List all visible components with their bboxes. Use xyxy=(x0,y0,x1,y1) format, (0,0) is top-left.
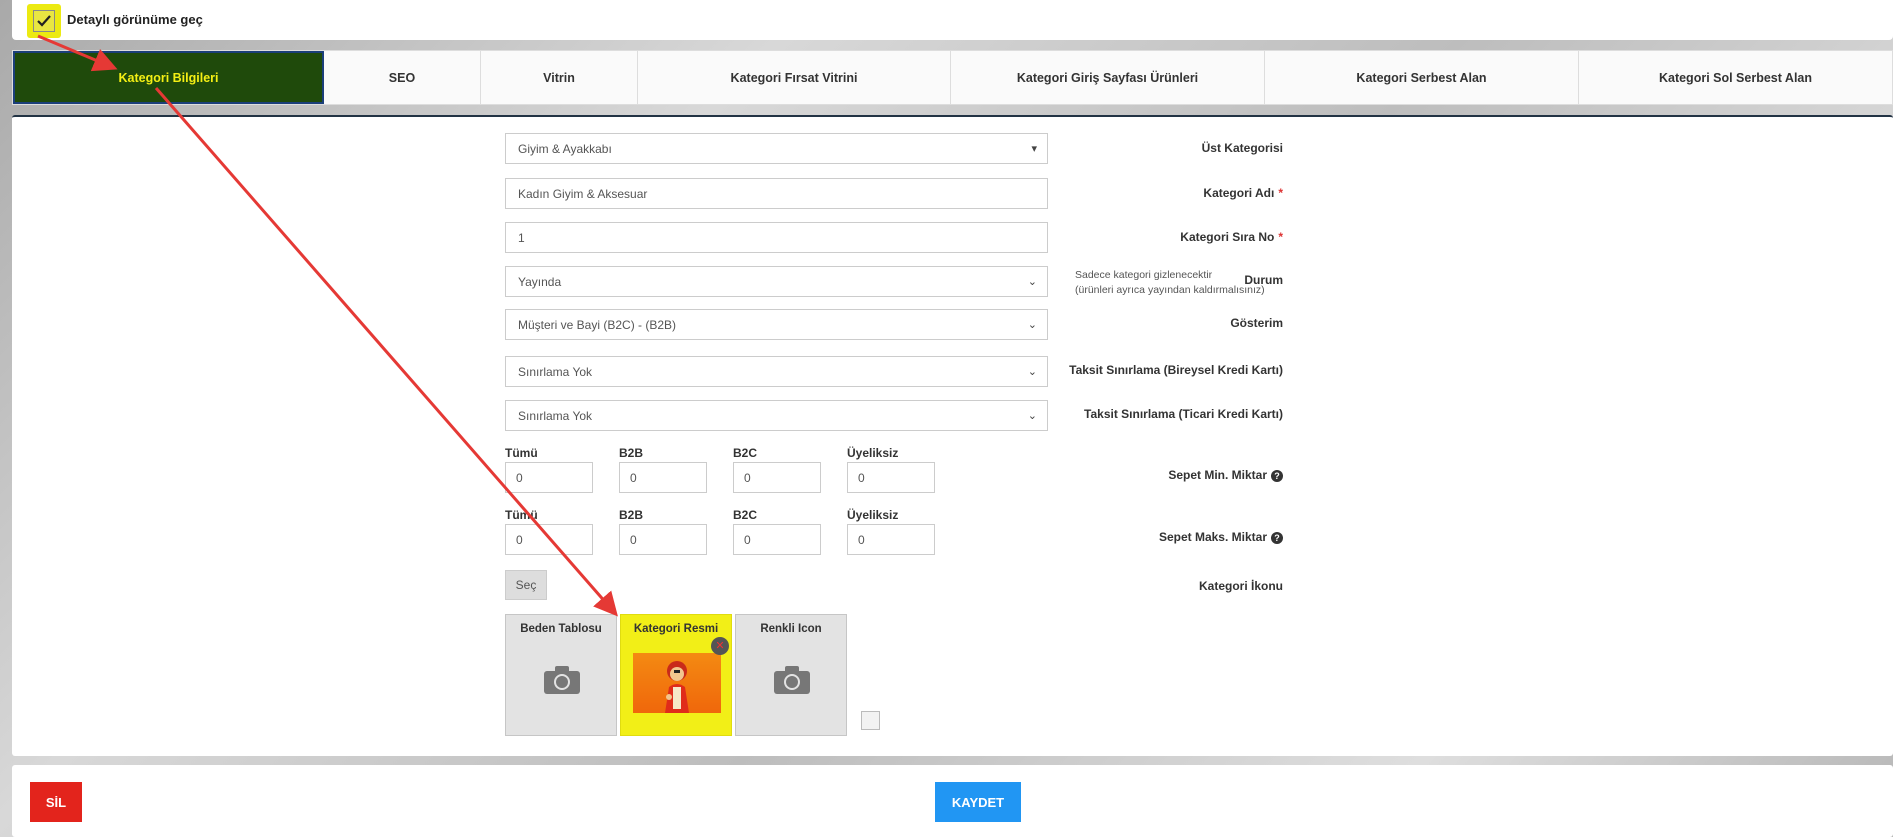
category-icon-label: Kategori İkonu xyxy=(1198,579,1283,593)
size-chart-upload[interactable]: Beden Tablosu xyxy=(505,614,617,736)
person-illustration-icon xyxy=(665,661,689,713)
small-checkbox[interactable] xyxy=(861,711,880,730)
display-value: Müşteri ve Bayi (B2C) - (B2B) xyxy=(518,317,677,332)
category-image-upload[interactable]: Kategori Resmi ✕ xyxy=(620,614,732,736)
category-order-input[interactable]: 1 xyxy=(505,222,1048,253)
cart-max-guest-input[interactable]: 0 xyxy=(847,524,935,555)
category-image-title: Kategori Resmi xyxy=(633,623,719,635)
cart-min-guest-input[interactable]: 0 xyxy=(847,462,935,493)
caret-down-icon: ▾ xyxy=(1031,143,1037,155)
status-note: Sadece kategori gizlenecektir (ürünleri … xyxy=(1075,269,1265,296)
category-order-value: 1 xyxy=(518,230,525,245)
cart-min-b2b-input[interactable]: 0 xyxy=(619,462,707,493)
cart-max-b2b-input[interactable]: 0 xyxy=(619,524,707,555)
save-button[interactable]: KAYDET xyxy=(935,782,1021,822)
chevron-down-icon: ⌄ xyxy=(1027,276,1037,288)
tab-serbest-alan[interactable]: Kategori Serbest Alan xyxy=(1265,51,1579,104)
parent-category-select[interactable]: Giyim & Ayakkabı ▾ xyxy=(505,133,1048,164)
installment-commercial-label: Taksit Sınırlama (Ticari Kredi Kartı) xyxy=(1084,407,1283,421)
status-select[interactable]: Yayında ⌄ xyxy=(505,266,1048,297)
chevron-down-icon: ⌄ xyxy=(1027,366,1037,378)
delete-button[interactable]: SİL xyxy=(30,782,82,822)
installment-personal-value: Sınırlama Yok xyxy=(518,364,593,379)
checkbox-box xyxy=(33,10,55,32)
cart-max-col-all: Tümü xyxy=(505,508,538,522)
category-name-label: Kategori Adı * xyxy=(1203,186,1283,200)
tab-giris-sayfasi[interactable]: Kategori Giriş Sayfası Ürünleri xyxy=(951,51,1265,104)
cart-max-all-input[interactable]: 0 xyxy=(505,524,593,555)
remove-image-icon[interactable]: ✕ xyxy=(711,637,729,655)
cart-max-col-b2c: B2C xyxy=(733,508,758,522)
installment-personal-select[interactable]: Sınırlama Yok ⌄ xyxy=(505,356,1048,387)
detail-view-checkbox[interactable] xyxy=(27,4,61,38)
cart-max-label: Sepet Maks. Miktar? xyxy=(1159,530,1283,544)
camera-icon xyxy=(544,666,580,694)
category-name-value: Kadın Giyim & Aksesuar xyxy=(518,186,648,201)
tab-firsat-vitrini[interactable]: Kategori Fırsat Vitrini xyxy=(638,51,951,104)
form-panel: Üst Kategorisi Giyim & Ayakkabı ▾ Katego… xyxy=(12,115,1893,756)
cart-min-col-b2c: B2C xyxy=(733,446,758,460)
status-value: Yayında xyxy=(518,274,562,289)
footer-bar: SİL KAYDET xyxy=(12,765,1893,837)
category-image-thumbnail xyxy=(633,653,721,713)
installment-personal-label: Taksit Sınırlama (Bireysel Kredi Kartı) xyxy=(1069,363,1283,377)
chevron-down-icon: ⌄ xyxy=(1027,319,1037,331)
cart-min-col-b2b: B2B xyxy=(619,446,644,460)
installment-commercial-value: Sınırlama Yok xyxy=(518,408,593,423)
tab-kategori-bilgileri[interactable]: Kategori Bilgileri xyxy=(13,51,324,104)
tab-bar: Kategori Bilgileri SEO Vitrin Kategori F… xyxy=(12,50,1893,105)
size-chart-title: Beden Tablosu xyxy=(520,623,602,635)
parent-category-label: Üst Kategorisi xyxy=(1201,141,1283,155)
category-order-label: Kategori Sıra No * xyxy=(1180,230,1283,244)
cart-max-col-b2b: B2B xyxy=(619,508,644,522)
parent-category-value: Giyim & Ayakkabı xyxy=(518,141,612,156)
help-icon: ? xyxy=(1271,531,1283,544)
cart-min-label: Sepet Min. Miktar? xyxy=(1168,468,1283,482)
installment-commercial-select[interactable]: Sınırlama Yok ⌄ xyxy=(505,400,1048,431)
select-icon-button[interactable]: Seç xyxy=(505,570,547,600)
cart-min-b2c-input[interactable]: 0 xyxy=(733,462,821,493)
detail-view-bar: Detaylı görünüme geç xyxy=(12,0,1893,40)
detail-view-label: Detaylı görünüme geç xyxy=(67,12,203,27)
tab-vitrin[interactable]: Vitrin xyxy=(481,51,638,104)
cart-max-col-guest: Üyeliksiz xyxy=(847,508,899,522)
color-icon-upload[interactable]: Renkli Icon xyxy=(735,614,847,736)
check-icon xyxy=(37,15,51,27)
chevron-down-icon: ⌄ xyxy=(1027,410,1037,422)
category-name-input[interactable]: Kadın Giyim & Aksesuar xyxy=(505,178,1048,209)
help-icon: ? xyxy=(1271,469,1283,482)
display-label: Gösterim xyxy=(1230,316,1283,330)
tab-seo[interactable]: SEO xyxy=(324,51,481,104)
cart-min-all-input[interactable]: 0 xyxy=(505,462,593,493)
color-icon-title: Renkli Icon xyxy=(760,623,822,635)
cart-min-col-guest: Üyeliksiz xyxy=(847,446,899,460)
tab-sol-serbest-alan[interactable]: Kategori Sol Serbest Alan xyxy=(1579,51,1892,104)
cart-max-b2c-input[interactable]: 0 xyxy=(733,524,821,555)
display-select[interactable]: Müşteri ve Bayi (B2C) - (B2B) ⌄ xyxy=(505,309,1048,340)
cart-min-col-all: Tümü xyxy=(505,446,538,460)
camera-icon xyxy=(774,666,810,694)
